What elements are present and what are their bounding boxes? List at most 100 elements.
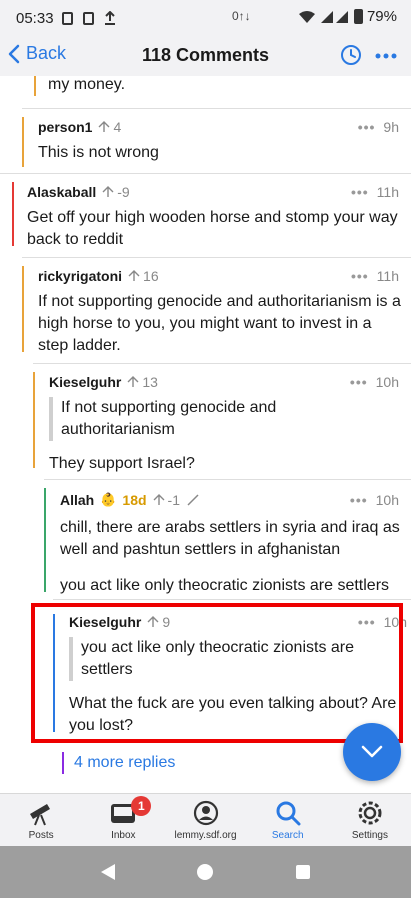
thread-indicator xyxy=(22,266,24,352)
comment[interactable]: Allah 👶 18d -1 ••• 10h chill, there are … xyxy=(44,479,411,599)
comment[interactable]: person1 4 ••• 9h This is not wrong xyxy=(22,108,411,173)
comment[interactable]: Kieselguhr 13 ••• 10h If not supporting … xyxy=(33,363,411,479)
comment[interactable]: Kieselguhr 9 ••• 10h you act like only t… xyxy=(53,599,411,739)
nav-search[interactable]: Search xyxy=(247,794,329,846)
battery-saver-icon xyxy=(82,11,94,25)
recents-square-icon[interactable] xyxy=(294,863,312,881)
comment-score: 16 xyxy=(128,268,159,284)
nav-label: Inbox xyxy=(111,830,136,841)
thread-indicator xyxy=(44,488,46,592)
comment-time: 9h xyxy=(383,119,399,135)
arrow-up-icon xyxy=(153,494,165,505)
more-icon[interactable]: ••• xyxy=(350,374,368,390)
baby-icon: 👶 xyxy=(100,492,117,507)
nav-label: Settings xyxy=(351,830,388,841)
system-navigation-bar xyxy=(0,846,411,898)
comment-author[interactable]: Kieselguhr xyxy=(69,614,141,630)
comment-body: If not supporting genocide and authorita… xyxy=(38,293,401,354)
status-bar: 05:33 0↑↓ 79% xyxy=(0,0,411,36)
comment-score: -9 xyxy=(102,184,130,200)
nav-label: lemmy.sdf.org xyxy=(174,830,237,841)
app-header: Back 118 Comments xyxy=(0,36,411,76)
account-icon xyxy=(191,799,221,827)
home-circle-icon[interactable] xyxy=(195,862,215,882)
comment-list[interactable]: my money. person1 4 ••• 9h This is not w… xyxy=(0,76,411,793)
thread-indicator xyxy=(53,614,55,732)
comment[interactable]: rickyrigatoni 16 ••• 11h If not supporti… xyxy=(22,257,411,363)
more-replies-label: 4 more replies xyxy=(74,754,176,771)
gear-icon xyxy=(355,799,385,827)
battery-level: 79% xyxy=(366,8,397,25)
thread-indicator xyxy=(12,182,14,246)
network-speed: 0↑↓ xyxy=(232,9,251,23)
upload-icon xyxy=(104,11,115,25)
telescope-icon xyxy=(26,799,56,827)
comment-time: 10h xyxy=(383,614,407,630)
comment-time: 11h xyxy=(376,184,399,200)
comment-score: 13 xyxy=(127,374,158,390)
signal-icon xyxy=(320,10,348,23)
more-icon[interactable]: ••• xyxy=(358,614,376,630)
comment-author[interactable]: Kieselguhr xyxy=(49,374,121,390)
comment-score: -1 xyxy=(153,492,180,508)
score-value: 4 xyxy=(113,119,122,135)
score-value: -1 xyxy=(167,492,180,508)
more-replies-link[interactable]: 4 more replies xyxy=(62,752,175,774)
more-options-icon[interactable] xyxy=(374,46,398,66)
chevron-down-icon xyxy=(361,745,383,758)
score-value: 13 xyxy=(142,374,158,390)
comment-time: 11h xyxy=(376,268,399,284)
arrow-up-icon xyxy=(147,616,159,627)
bottom-navigation: Posts 1 Inbox lemmy.sdf.org Search Setti… xyxy=(0,793,411,846)
nav-inbox[interactable]: 1 Inbox xyxy=(82,794,164,846)
comment-body: They support Israel? xyxy=(49,455,195,472)
comment-author[interactable]: Allah xyxy=(60,492,94,508)
thread-indicator xyxy=(34,76,36,96)
arrow-up-icon xyxy=(102,186,114,197)
arrow-up-icon xyxy=(98,121,110,132)
pencil-icon xyxy=(187,494,199,506)
nav-label: Posts xyxy=(28,830,54,841)
nav-account[interactable]: lemmy.sdf.org xyxy=(164,794,246,846)
screenshot-icon xyxy=(61,11,73,25)
comment-body: What the fuck are you even talking about… xyxy=(69,695,397,734)
comment[interactable]: Alaskaball -9 ••• 11h Get off your high … xyxy=(0,173,411,257)
clock-icon[interactable] xyxy=(340,44,362,66)
thread-indicator xyxy=(22,117,24,167)
account-age-badge: 18d xyxy=(122,492,147,508)
scroll-next-button[interactable] xyxy=(343,723,401,781)
comment[interactable]: my money. xyxy=(22,76,411,108)
comment-body: you act like only theocratic zionists ar… xyxy=(60,577,390,594)
nav-settings[interactable]: Settings xyxy=(329,794,411,846)
comment-body: chill, there are arabs settlers in syria… xyxy=(60,519,400,558)
comment-score: 9 xyxy=(147,614,170,630)
comment-author[interactable]: person1 xyxy=(38,119,92,135)
score-value: 9 xyxy=(162,614,171,630)
nav-label: Search xyxy=(271,830,304,841)
score-value: 16 xyxy=(143,268,159,284)
comment-body: Get off your high wooden horse and stomp… xyxy=(27,209,398,248)
wifi-icon xyxy=(298,10,315,23)
comment-author[interactable]: rickyrigatoni xyxy=(38,268,122,284)
comment-body: my money. xyxy=(48,76,126,93)
comment-time: 10h xyxy=(375,374,399,390)
battery-icon xyxy=(353,9,363,24)
thread-indicator xyxy=(62,752,64,774)
more-icon[interactable]: ••• xyxy=(351,268,369,284)
comment-author[interactable]: Alaskaball xyxy=(27,184,96,200)
inbox-badge: 1 xyxy=(131,796,152,816)
back-triangle-icon[interactable] xyxy=(99,862,117,882)
comment-time: 10h xyxy=(375,492,399,508)
nav-posts[interactable]: Posts xyxy=(0,794,82,846)
thread-indicator xyxy=(33,372,35,468)
arrow-up-icon xyxy=(128,270,140,281)
search-icon xyxy=(273,799,303,827)
more-icon[interactable]: ••• xyxy=(351,184,369,200)
comment-quote: If not supporting genocide and authorita… xyxy=(49,397,349,441)
status-time: 05:33 xyxy=(16,9,54,27)
comment-score: 4 xyxy=(98,119,121,135)
comment-quote: you act like only theocratic zionists ar… xyxy=(69,637,369,681)
more-icon[interactable]: ••• xyxy=(350,492,368,508)
more-icon[interactable]: ••• xyxy=(358,119,376,135)
arrow-up-icon xyxy=(127,376,139,387)
